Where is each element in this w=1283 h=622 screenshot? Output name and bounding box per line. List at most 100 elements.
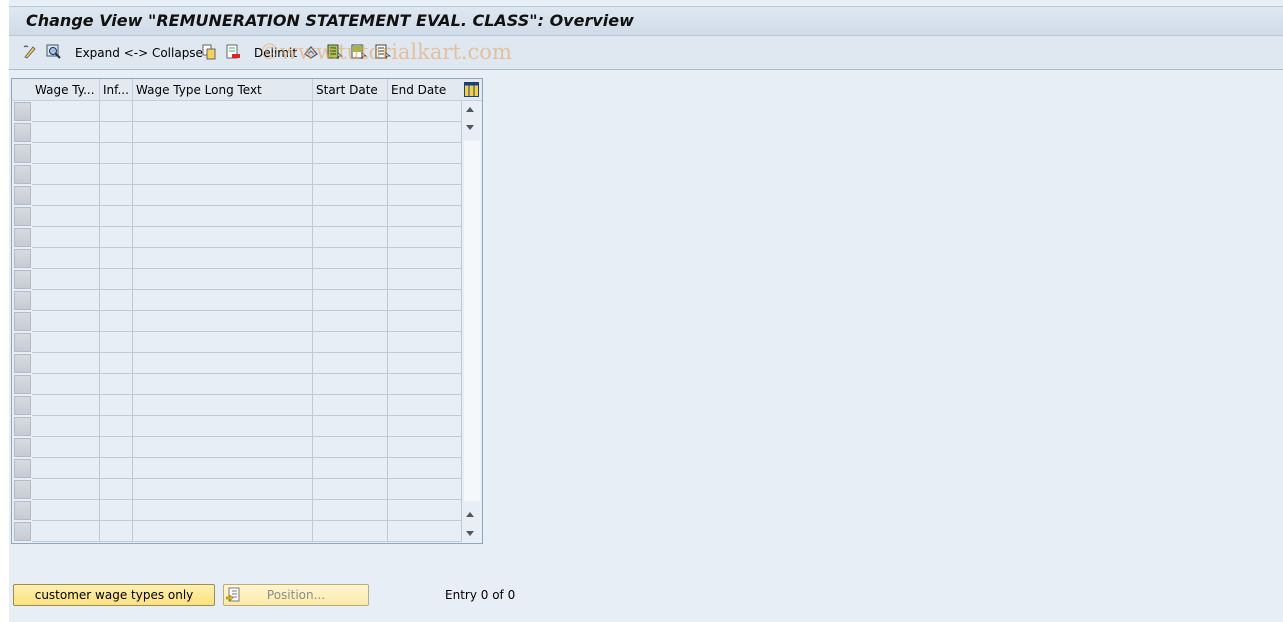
table-cell[interactable] (388, 479, 462, 500)
row-selector[interactable] (14, 270, 31, 289)
table-cell[interactable] (313, 353, 388, 374)
table-cell[interactable] (133, 311, 313, 332)
scroll-down-bottom-icon[interactable] (466, 531, 474, 536)
row-selector[interactable] (14, 417, 31, 436)
table-cell[interactable] (133, 206, 313, 227)
scroll-up-bottom-icon[interactable] (466, 512, 474, 517)
column-header-long-text[interactable]: Wage Type Long Text (133, 79, 313, 101)
table-cell[interactable] (133, 290, 313, 311)
table-cell[interactable] (32, 206, 100, 227)
display-change-icon[interactable] (22, 44, 38, 60)
table-cell[interactable] (388, 269, 462, 290)
copy-icon[interactable] (201, 44, 217, 60)
table-cell[interactable] (32, 185, 100, 206)
row-selector[interactable] (14, 375, 31, 394)
table-cell[interactable] (32, 479, 100, 500)
row-selector[interactable] (14, 438, 31, 457)
row-selector[interactable] (14, 165, 31, 184)
table-cell[interactable] (313, 143, 388, 164)
table-cell[interactable] (313, 269, 388, 290)
table-cell[interactable] (388, 332, 462, 353)
row-selector[interactable] (14, 396, 31, 415)
table-cell[interactable] (32, 227, 100, 248)
select-all-rows-header[interactable] (12, 79, 32, 101)
table-cell[interactable] (313, 416, 388, 437)
table-cell[interactable] (32, 269, 100, 290)
table-cell[interactable] (32, 395, 100, 416)
table-cell[interactable] (32, 143, 100, 164)
row-selector[interactable] (14, 312, 31, 331)
table-cell[interactable] (32, 437, 100, 458)
column-header-end-date[interactable]: End Date (388, 79, 462, 101)
table-cell[interactable] (388, 290, 462, 311)
table-cell[interactable] (388, 164, 462, 185)
row-selector[interactable] (14, 144, 31, 163)
table-cell[interactable] (32, 353, 100, 374)
table-cell[interactable] (32, 500, 100, 521)
table-cell[interactable] (32, 248, 100, 269)
table-cell[interactable] (133, 101, 313, 122)
table-cell[interactable] (388, 437, 462, 458)
select-block-icon[interactable] (351, 44, 367, 60)
table-cell[interactable] (100, 395, 133, 416)
table-cell[interactable] (133, 143, 313, 164)
table-cell[interactable] (388, 374, 462, 395)
row-selector[interactable] (14, 291, 31, 310)
column-header-start-date[interactable]: Start Date (313, 79, 388, 101)
table-cell[interactable] (133, 416, 313, 437)
table-cell[interactable] (313, 395, 388, 416)
row-selector[interactable] (14, 123, 31, 142)
table-cell[interactable] (133, 164, 313, 185)
table-cell[interactable] (313, 332, 388, 353)
table-cell[interactable] (133, 521, 313, 542)
customer-wage-types-only-button[interactable]: customer wage types only (13, 584, 215, 606)
table-cell[interactable] (313, 521, 388, 542)
table-cell[interactable] (133, 458, 313, 479)
table-cell[interactable] (32, 164, 100, 185)
delete-icon[interactable] (225, 44, 241, 60)
table-cell[interactable] (313, 458, 388, 479)
deselect-all-icon[interactable] (375, 44, 391, 60)
table-cell[interactable] (313, 122, 388, 143)
row-selector[interactable] (14, 459, 31, 478)
table-cell[interactable] (133, 122, 313, 143)
table-cell[interactable] (388, 353, 462, 374)
row-selector[interactable] (14, 501, 31, 520)
table-cell[interactable] (32, 122, 100, 143)
table-cell[interactable] (100, 479, 133, 500)
table-cell[interactable] (133, 332, 313, 353)
row-selector[interactable] (14, 102, 31, 121)
table-cell[interactable] (388, 206, 462, 227)
table-cell[interactable] (313, 206, 388, 227)
table-cell[interactable] (313, 374, 388, 395)
table-cell[interactable] (32, 290, 100, 311)
table-cell[interactable] (100, 206, 133, 227)
table-cell[interactable] (100, 374, 133, 395)
table-cell[interactable] (32, 374, 100, 395)
table-cell[interactable] (388, 416, 462, 437)
table-cell[interactable] (100, 122, 133, 143)
table-cell[interactable] (313, 500, 388, 521)
table-cell[interactable] (133, 437, 313, 458)
table-cell[interactable] (32, 332, 100, 353)
table-cell[interactable] (313, 311, 388, 332)
select-all-icon[interactable] (327, 44, 343, 60)
table-cell[interactable] (100, 101, 133, 122)
table-cell[interactable] (388, 521, 462, 542)
table-cell[interactable] (32, 521, 100, 542)
table-cell[interactable] (388, 101, 462, 122)
table-cell[interactable] (313, 227, 388, 248)
table-cell[interactable] (133, 227, 313, 248)
row-selector[interactable] (14, 354, 31, 373)
table-settings-button[interactable] (462, 79, 482, 101)
table-cell[interactable] (100, 227, 133, 248)
column-header-wage-type[interactable]: Wage Ty... (32, 79, 100, 101)
table-cell[interactable] (133, 479, 313, 500)
table-cell[interactable] (388, 395, 462, 416)
table-cell[interactable] (313, 185, 388, 206)
table-cell[interactable] (388, 227, 462, 248)
table-cell[interactable] (133, 500, 313, 521)
table-cell[interactable] (388, 500, 462, 521)
undo-change-icon[interactable] (303, 44, 319, 60)
table-cell[interactable] (100, 290, 133, 311)
